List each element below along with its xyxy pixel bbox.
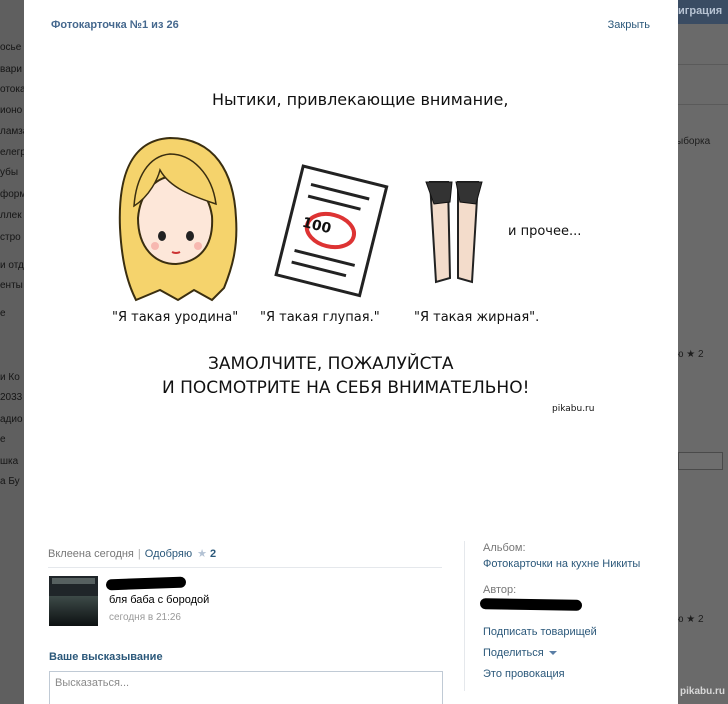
- bg-top-label: играция: [678, 5, 723, 17]
- tag-friends-link[interactable]: Подписать товарищей: [483, 626, 597, 638]
- bg-menu-item: отока: [0, 84, 24, 95]
- photo-info-line: Вклеена сегодня | Одобряю ★ 2: [48, 547, 216, 560]
- comic-bottom-line-1: ЗАМОЛЧИТЕ, ПОЖАЛУЙСТА: [208, 354, 454, 374]
- legs-drawing: [425, 181, 483, 284]
- bg-menu-item: а Бу: [0, 476, 20, 487]
- share-dropdown[interactable]: Поделиться: [483, 647, 557, 659]
- divider: [48, 567, 442, 568]
- bg-menu-item: стро: [0, 232, 21, 243]
- bg-menu-item: шка: [0, 456, 19, 467]
- comic-and-more: и прочее...: [508, 224, 582, 239]
- girl-drawing: [118, 136, 238, 302]
- avatar-detail: [52, 578, 95, 584]
- added-date: Вклеена сегодня: [48, 548, 134, 560]
- test-paper-drawing: [274, 164, 389, 298]
- bg-menu-item: убы: [0, 167, 19, 178]
- comic-title: Нытики, привлекающие внимание,: [212, 90, 509, 109]
- chevron-down-icon: [548, 651, 557, 656]
- report-link[interactable]: Это провокация: [483, 668, 565, 680]
- avatar-detail: [49, 596, 98, 626]
- avatar[interactable]: [49, 576, 98, 626]
- comic-caption-ugly: "Я такая уродина": [112, 310, 239, 325]
- comment-text: бля баба с бородой: [109, 594, 210, 606]
- bg-menu-item: е: [0, 308, 6, 319]
- background-top-bar: играция: [678, 0, 728, 24]
- album-label: Альбом:: [483, 542, 526, 554]
- photo-viewer-modal: Фотокарточка №1 из 26 Закрыть Нытики, пр…: [24, 0, 678, 704]
- background-right-column: ыборка ю ★ 2 ю ★ 2 pikabu.ru: [678, 24, 728, 704]
- bg-menu-item: и Ко: [0, 372, 20, 383]
- comic-caption-fat: "Я такая жирная".: [414, 310, 540, 325]
- bg-menu-item: енты: [0, 280, 23, 291]
- bg-menu-item: форм: [0, 189, 24, 200]
- bg-menu-item: адио: [0, 414, 23, 425]
- bg-menu-item: и отд: [0, 260, 24, 271]
- background-left-menu: осье вари отока ионо ламза елегр убы фор…: [0, 0, 24, 704]
- bg-menu-item: елегр: [0, 147, 24, 158]
- author-label: Автор:: [483, 584, 517, 596]
- bg-menu-item: ламза: [0, 126, 24, 137]
- comment-time[interactable]: сегодня в 21:26: [109, 612, 181, 623]
- album-link[interactable]: Фотокарточки на кухне Никиты: [483, 558, 640, 570]
- redacted-author-link: [479, 598, 583, 611]
- comment-input[interactable]: [49, 671, 443, 704]
- bg-divider: [678, 64, 728, 65]
- bg-menu-item: ионо: [0, 105, 23, 116]
- like-button[interactable]: Одобряю: [145, 548, 192, 560]
- close-button[interactable]: Закрыть: [608, 19, 650, 31]
- bg-input-box: [678, 452, 723, 470]
- photo-image[interactable]: Нытики, привлекающие внимание, 100 и про…: [100, 78, 603, 418]
- comic-caption-stupid: "Я такая глупая.": [260, 310, 380, 325]
- bg-right-item: ыборка: [678, 136, 711, 147]
- bg-menu-item: ллек: [0, 210, 22, 221]
- star-icon: ★: [197, 548, 207, 560]
- comic-bottom-line-2: И ПОСМОТРИТЕ НА СЕБЯ ВНИМАТЕЛЬНО!: [162, 378, 530, 398]
- separator: |: [137, 548, 141, 560]
- bg-right-item: ю ★ 2: [678, 614, 704, 625]
- comment-item: бля баба с бородой сегодня в 21:26: [48, 575, 442, 631]
- bg-menu-item: вари: [0, 64, 22, 75]
- image-watermark: pikabu.ru: [552, 404, 595, 414]
- share-label: Поделиться: [483, 647, 544, 659]
- bg-right-item: ю ★ 2: [678, 349, 704, 360]
- bg-divider: [678, 104, 728, 105]
- redacted-author-name: [105, 576, 187, 591]
- bg-menu-item: 2033: [0, 392, 23, 403]
- bg-menu-item: осье: [0, 42, 22, 53]
- page-watermark: pikabu.ru: [680, 686, 726, 697]
- bg-menu-item: е: [0, 434, 6, 445]
- column-divider: [464, 541, 465, 691]
- compose-heading: Ваше высказывание: [49, 651, 163, 663]
- photo-counter-title: Фотокарточка №1 из 26: [51, 19, 179, 31]
- like-count: 2: [209, 548, 217, 560]
